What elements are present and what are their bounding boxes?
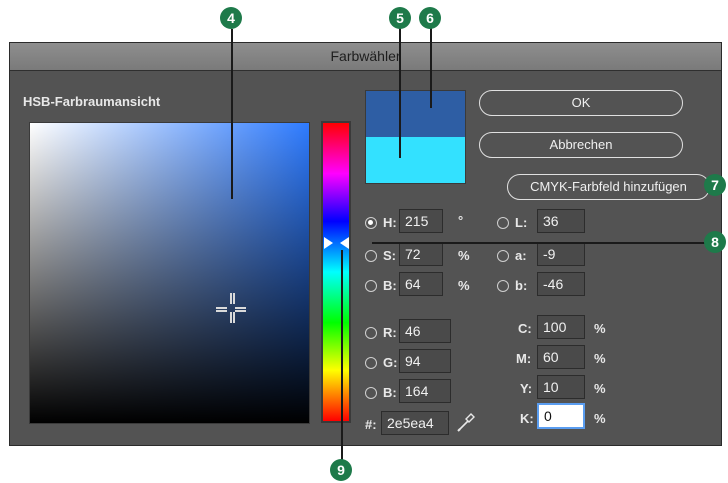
hex-input[interactable]: 2e5ea4 — [381, 411, 449, 435]
yellow-input[interactable]: 10 — [537, 375, 585, 399]
degree-unit: ° — [458, 213, 464, 228]
radio-red[interactable]: R: — [365, 325, 397, 340]
radio-icon — [365, 249, 377, 262]
key-input[interactable]: 0 — [537, 403, 585, 429]
ok-button[interactable]: OK — [479, 90, 683, 116]
hue-slider[interactable] — [321, 121, 351, 423]
key-label: K: — [520, 411, 534, 426]
cyan-unit: % — [594, 321, 606, 336]
saturation-unit: % — [458, 248, 470, 263]
crosshair-icon — [216, 293, 246, 323]
callout-badge: 4 — [220, 7, 242, 29]
cancel-button[interactable]: Abbrechen — [479, 132, 683, 158]
new-color-swatch — [366, 91, 465, 137]
yellow-label: Y: — [520, 381, 533, 396]
red-input[interactable]: 46 — [399, 319, 451, 343]
radio-green[interactable]: G: — [365, 355, 397, 370]
color-field[interactable] — [29, 122, 310, 424]
eyedropper-icon[interactable] — [456, 411, 476, 433]
hex-label: #: — [365, 417, 377, 432]
lab-l-label: L: — [515, 215, 528, 230]
magenta-input[interactable]: 60 — [537, 345, 585, 369]
brightness-unit: % — [458, 278, 470, 293]
radio-icon — [365, 326, 377, 339]
callout-leader-line — [430, 28, 432, 108]
brightness-input[interactable]: 64 — [399, 272, 443, 296]
callout-badge: 8 — [704, 231, 726, 253]
color-preview — [365, 90, 466, 184]
hue-label: H: — [383, 215, 397, 230]
color-picker-dialog: Farbwähler HSB-Farbraumansicht OK Abbrec… — [9, 42, 722, 446]
radio-lab-b[interactable]: b: — [497, 278, 527, 293]
lab-b-input[interactable]: -46 — [537, 272, 585, 296]
radio-icon — [365, 216, 377, 229]
radio-icon — [497, 249, 509, 262]
radio-saturation[interactable]: S: — [365, 248, 396, 263]
lab-a-label: a: — [515, 248, 527, 263]
hue-slider-right-arrow-icon[interactable] — [340, 237, 349, 249]
cyan-input[interactable]: 100 — [537, 315, 585, 339]
blue-input[interactable]: 164 — [399, 379, 451, 403]
dialog-title: Farbwähler — [10, 43, 721, 71]
brightness-label: B: — [383, 278, 397, 293]
callout-badge: 9 — [330, 459, 352, 481]
callout-badge: 7 — [704, 174, 726, 196]
lab-a-input[interactable]: -9 — [537, 242, 585, 266]
green-label: G: — [383, 355, 398, 370]
hue-input[interactable]: 215 — [399, 209, 443, 233]
saturation-label: S: — [383, 248, 396, 263]
magenta-label: M: — [516, 351, 532, 366]
red-label: R: — [383, 325, 397, 340]
lab-l-input[interactable]: 36 — [537, 209, 585, 233]
saturation-input[interactable]: 72 — [399, 242, 443, 266]
callout-leader-line — [341, 250, 343, 466]
callout-leader-line — [372, 242, 716, 244]
cyan-label: C: — [518, 321, 532, 336]
blue-label: B: — [383, 385, 397, 400]
callout-badge: 5 — [389, 7, 411, 29]
radio-icon — [497, 216, 509, 229]
magenta-unit: % — [594, 351, 606, 366]
radio-brightness[interactable]: B: — [365, 278, 397, 293]
lab-b-label: b: — [515, 278, 528, 293]
callout-leader-line — [231, 29, 233, 199]
hue-slider-left-arrow-icon[interactable] — [324, 237, 333, 249]
key-unit: % — [594, 411, 606, 426]
radio-lab-a[interactable]: a: — [497, 248, 527, 263]
radio-blue[interactable]: B: — [365, 385, 397, 400]
hsb-view-title: HSB-Farbraumansicht — [23, 94, 161, 109]
callout-badge: 6 — [419, 7, 441, 29]
add-swatch-button[interactable]: CMYK-Farbfeld hinzufügen — [507, 174, 710, 200]
radio-lab-l[interactable]: L: — [497, 215, 527, 230]
green-input[interactable]: 94 — [399, 349, 451, 373]
radio-icon — [497, 279, 509, 292]
yellow-unit: % — [594, 381, 606, 396]
current-color-swatch[interactable] — [366, 137, 465, 183]
callout-leader-line — [399, 28, 401, 158]
radio-hue[interactable]: H: — [365, 215, 397, 230]
radio-icon — [365, 356, 377, 369]
radio-icon — [365, 386, 377, 399]
radio-icon — [365, 279, 377, 292]
